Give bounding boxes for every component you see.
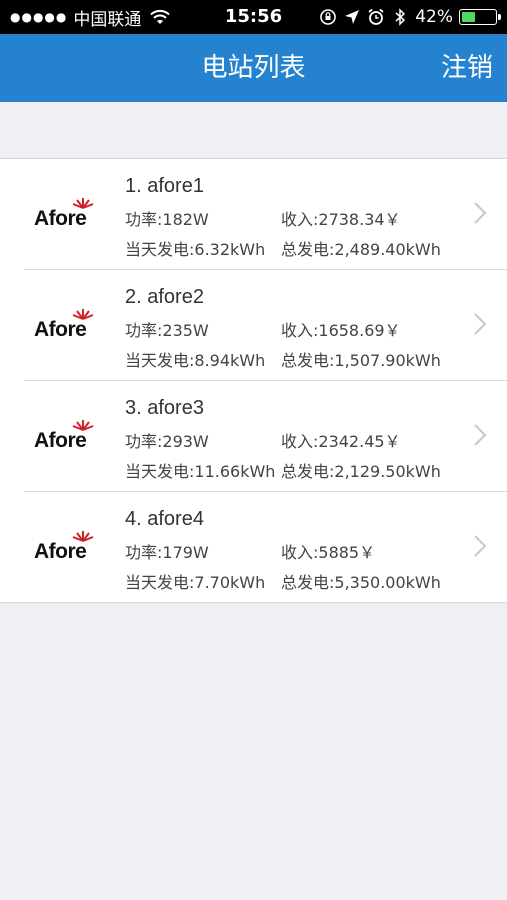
station-income: 收入:1658.69￥ — [281, 321, 401, 340]
station-name: 2. afore2 — [125, 286, 204, 308]
station-power: 功率:182W — [125, 210, 209, 229]
afore-logo: Afore — [34, 308, 98, 344]
station-power: 功率:235W — [125, 321, 209, 340]
station-power: 功率:293W — [125, 432, 209, 451]
station-total-energy: 总发电:2,129.50kWh — [281, 462, 441, 481]
battery-icon — [459, 9, 501, 25]
battery-level-fill — [462, 12, 476, 22]
station-today-energy: 当天发电:8.94kWh — [125, 351, 266, 370]
battery-nub — [498, 14, 501, 20]
station-power: 功率:179W — [125, 543, 209, 562]
afore-logo: Afore — [34, 419, 98, 455]
logo-wordmark: Afore — [34, 207, 87, 230]
navigation-bar: 电站列表 注销 — [0, 34, 507, 102]
station-list: Afore 1. afore1 功率:182W 收入:2738.34￥ 当天发电… — [0, 158, 507, 603]
chevron-right-icon — [474, 424, 487, 446]
afore-logo: Afore — [34, 197, 98, 233]
chevron-right-icon — [474, 202, 487, 224]
station-row[interactable]: Afore 1. afore1 功率:182W 收入:2738.34￥ 当天发电… — [24, 159, 507, 270]
station-row[interactable]: Afore 4. afore4 功率:179W 收入:5885￥ 当天发电:7.… — [24, 492, 507, 602]
status-bar: ●●●●● 中国联通 15:56 42% — [0, 0, 507, 34]
logo-wordmark: Afore — [34, 318, 87, 341]
chevron-right-icon — [474, 535, 487, 557]
station-today-energy: 当天发电:7.70kWh — [125, 573, 266, 592]
station-income: 收入:2738.34￥ — [281, 210, 401, 229]
status-right: 42% — [319, 0, 501, 34]
logout-button[interactable]: 注销 — [441, 34, 493, 102]
logo-wordmark: Afore — [34, 540, 87, 563]
station-income: 收入:5885￥ — [281, 543, 376, 562]
station-total-energy: 总发电:2,489.40kWh — [281, 240, 441, 259]
alarm-icon — [368, 8, 384, 25]
station-row[interactable]: Afore 2. afore2 功率:235W 收入:1658.69￥ 当天发电… — [24, 270, 507, 381]
location-arrow-icon — [345, 10, 360, 24]
logo-wordmark: Afore — [34, 429, 87, 452]
station-name: 3. afore3 — [125, 397, 204, 419]
station-name: 1. afore1 — [125, 175, 204, 197]
station-total-energy: 总发电:5,350.00kWh — [281, 573, 441, 592]
battery-percent: 42% — [415, 7, 453, 27]
station-today-energy: 当天发电:11.66kWh — [125, 462, 276, 481]
afore-logo: Afore — [34, 530, 98, 566]
station-today-energy: 当天发电:6.32kWh — [125, 240, 266, 259]
page-title: 电站列表 — [201, 53, 306, 83]
bluetooth-icon — [395, 8, 406, 26]
station-income: 收入:2342.45￥ — [281, 432, 401, 451]
chevron-right-icon — [474, 313, 487, 335]
station-row[interactable]: Afore 3. afore3 功率:293W 收入:2342.45￥ 当天发电… — [24, 381, 507, 492]
station-total-energy: 总发电:1,507.90kWh — [281, 351, 441, 370]
orientation-lock-icon — [320, 9, 337, 25]
station-name: 4. afore4 — [125, 508, 204, 530]
